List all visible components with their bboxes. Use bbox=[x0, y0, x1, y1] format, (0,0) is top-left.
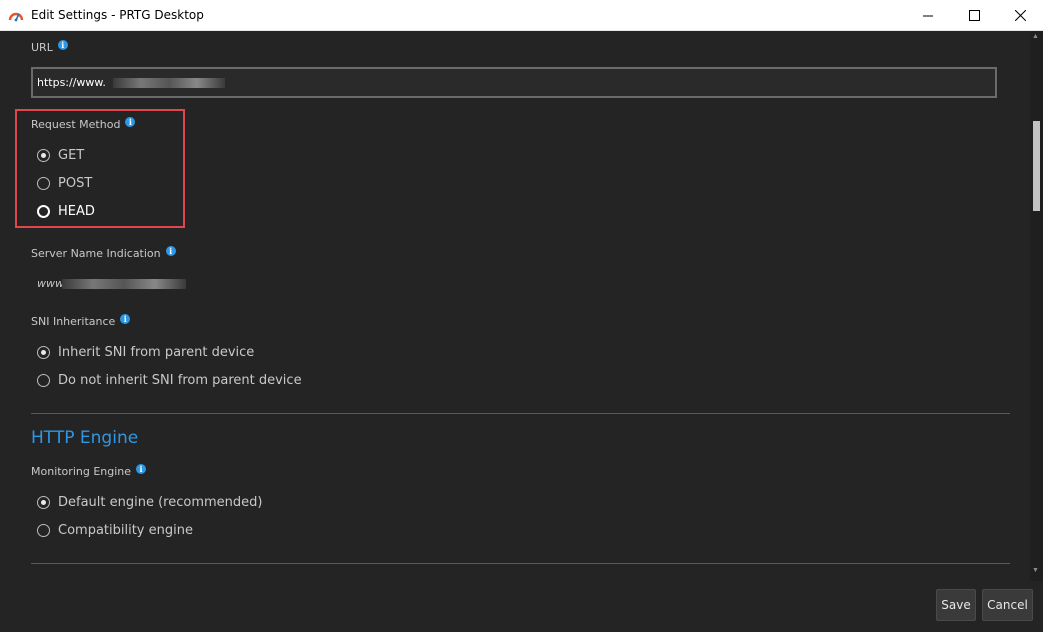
sni-label: Server Name Indication i bbox=[31, 245, 176, 260]
redacted-text bbox=[113, 78, 225, 88]
scroll-up-icon[interactable]: ▲ bbox=[1032, 33, 1039, 40]
monitoring-engine-label: Monitoring Engine i bbox=[31, 463, 147, 478]
close-icon bbox=[1014, 10, 1026, 21]
radio-head[interactable]: HEAD bbox=[37, 204, 95, 219]
info-icon[interactable]: i bbox=[165, 245, 176, 256]
cancel-button[interactable]: Cancel bbox=[982, 589, 1033, 621]
sni-inheritance-label: SNI Inheritance i bbox=[31, 313, 131, 328]
radio-get[interactable]: GET bbox=[37, 148, 84, 163]
divider bbox=[31, 563, 1010, 564]
radio-post[interactable]: POST bbox=[37, 176, 92, 191]
maximize-icon bbox=[968, 10, 980, 21]
info-icon[interactable]: i bbox=[120, 313, 131, 324]
info-icon[interactable]: i bbox=[57, 39, 68, 50]
window-title: Edit Settings - PRTG Desktop bbox=[31, 8, 204, 22]
settings-panel: URL i https://www. Request Method i GET … bbox=[0, 31, 1043, 632]
request-method-label: Request Method i bbox=[31, 116, 136, 131]
minimize-icon bbox=[923, 15, 933, 16]
divider bbox=[31, 413, 1010, 414]
radio-unchecked-icon bbox=[37, 205, 50, 218]
radio-unchecked-icon bbox=[37, 524, 50, 537]
radio-checked-icon bbox=[37, 149, 50, 162]
info-icon[interactable]: i bbox=[125, 116, 136, 127]
scroll-thumb[interactable] bbox=[1033, 121, 1040, 211]
radio-unchecked-icon bbox=[37, 374, 50, 387]
save-button[interactable]: Save bbox=[936, 589, 976, 621]
minimize-button[interactable] bbox=[905, 0, 951, 31]
close-button[interactable] bbox=[997, 0, 1043, 31]
scroll-down-icon[interactable]: ▼ bbox=[1032, 567, 1039, 574]
url-value: https://www. bbox=[37, 76, 106, 89]
radio-default-engine[interactable]: Default engine (recommended) bbox=[37, 495, 262, 510]
radio-unchecked-icon bbox=[37, 177, 50, 190]
info-icon[interactable]: i bbox=[136, 463, 147, 474]
maximize-button[interactable] bbox=[951, 0, 997, 31]
title-bar: Edit Settings - PRTG Desktop bbox=[0, 0, 1043, 31]
redacted-text bbox=[62, 279, 186, 289]
radio-not-inherit-sni[interactable]: Do not inherit SNI from parent device bbox=[37, 373, 302, 388]
prtg-logo-icon bbox=[8, 12, 24, 22]
url-label: URL i bbox=[31, 39, 68, 54]
scrollbar[interactable]: ▲ ▼ bbox=[1030, 31, 1043, 581]
url-input[interactable]: https://www. bbox=[31, 67, 997, 98]
radio-inherit-sni[interactable]: Inherit SNI from parent device bbox=[37, 345, 254, 360]
section-title: HTTP Engine bbox=[31, 428, 139, 448]
radio-checked-icon bbox=[37, 346, 50, 359]
radio-checked-icon bbox=[37, 496, 50, 509]
radio-compatibility-engine[interactable]: Compatibility engine bbox=[37, 523, 193, 538]
